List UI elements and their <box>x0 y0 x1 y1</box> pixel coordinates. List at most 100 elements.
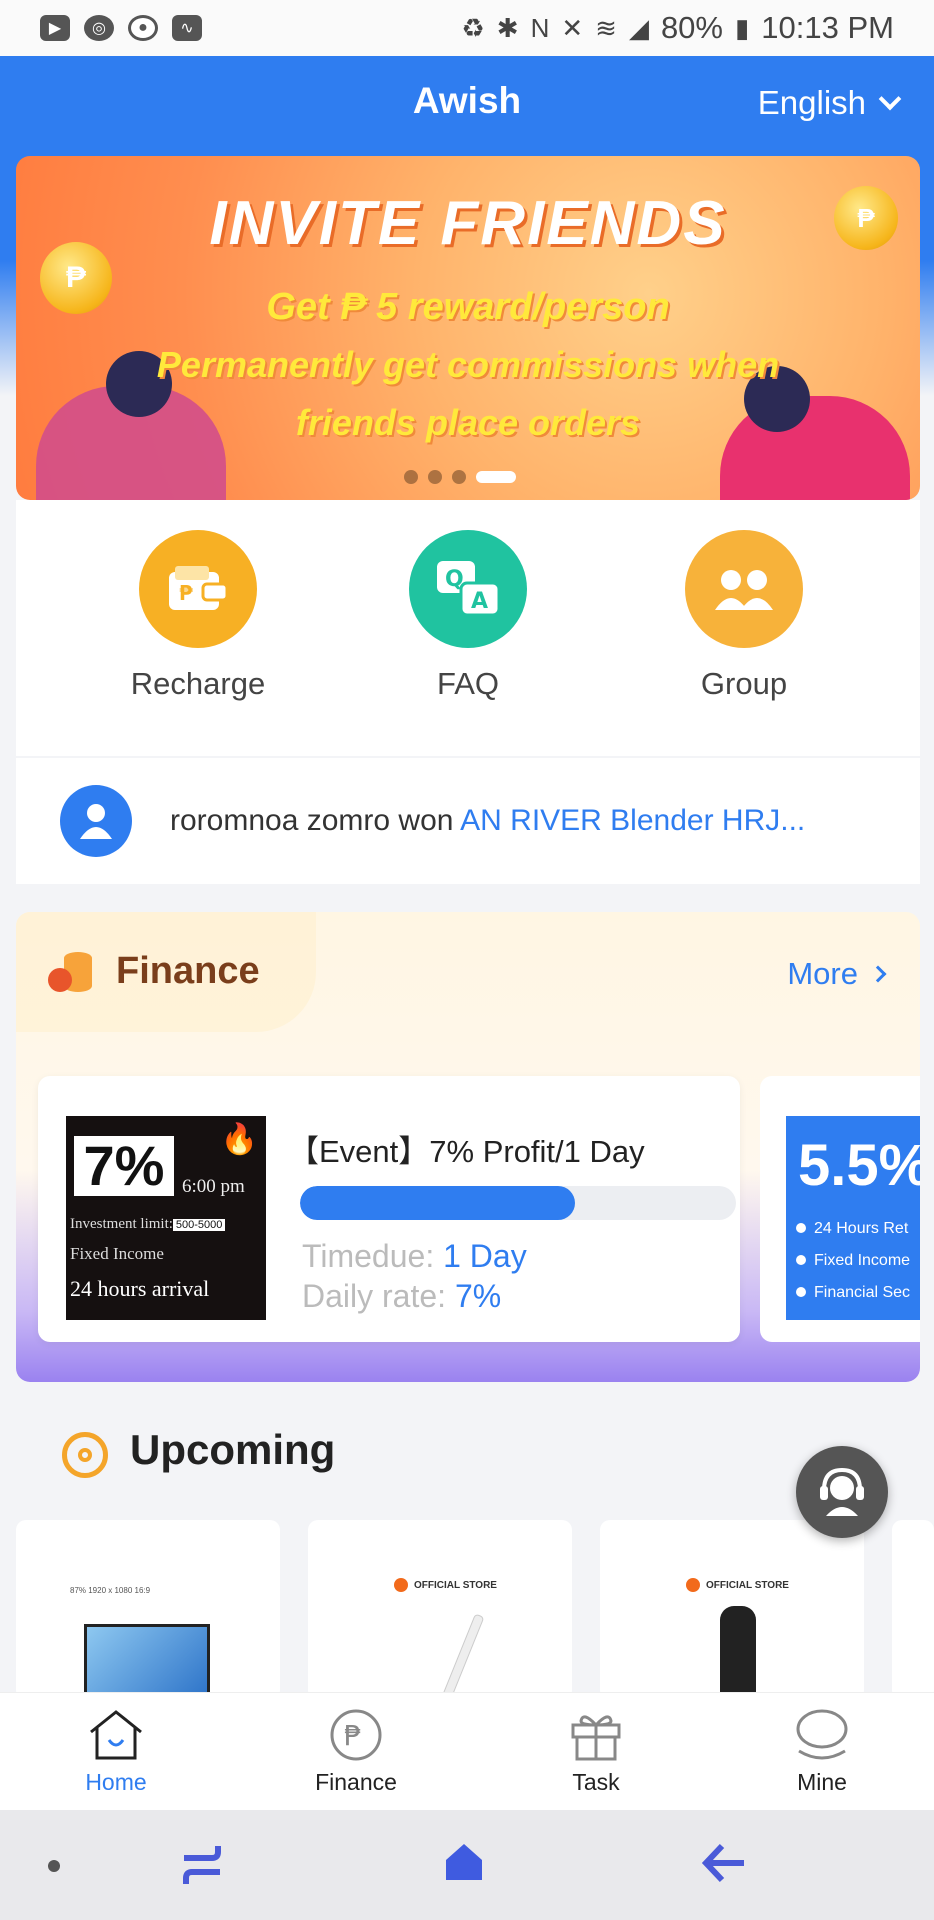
thumb-feature: Fixed Income <box>796 1252 910 1270</box>
carousel-dot[interactable] <box>404 470 418 484</box>
ticker-item: AN RIVER Blender HRJ... <box>460 804 806 837</box>
group-label: Group <box>700 666 788 701</box>
activity-icon: ∿ <box>172 15 202 41</box>
clock: 10:13 PM <box>761 10 894 45</box>
thumb-percent: 7% <box>74 1136 174 1196</box>
nav-finance-label: Finance <box>315 1769 397 1795</box>
wallet-icon: ₱ <box>139 530 257 648</box>
quick-actions: ₱ Recharge QA FAQ Group <box>16 500 920 756</box>
timer-icon <box>62 1432 108 1478</box>
carousel-dots[interactable] <box>404 470 516 484</box>
home-button-icon[interactable] <box>442 1840 486 1889</box>
carousel-dot[interactable] <box>452 470 466 484</box>
dot-icon <box>48 1860 60 1872</box>
carousel-dot-active[interactable] <box>476 471 516 483</box>
status-bar: ▶ ◎ ● ∿ ♻ ✱ N ✕ ≋ ◢ 80% ▮ 10:13 PM <box>0 0 934 56</box>
chevron-right-icon <box>869 965 887 983</box>
svg-text:₱: ₱ <box>179 581 193 605</box>
carousel-dot[interactable] <box>428 470 442 484</box>
upcoming-product[interactable]: 87% 1920 x 1080 16:9 <box>16 1520 280 1700</box>
faq-label: FAQ <box>436 666 499 701</box>
product-thumbnail: 7% 🔥 6:00 pm Investment limit: 500-5000 F… <box>66 1116 266 1320</box>
progress-bar <box>300 1186 736 1220</box>
language-label: English <box>757 84 866 121</box>
chevron-down-icon <box>878 87 902 111</box>
planet-icon <box>792 1707 852 1763</box>
sync-icon: ● <box>128 15 158 41</box>
group-button[interactable]: Group <box>644 530 844 702</box>
thumb-feature: Financial Sec <box>796 1284 910 1302</box>
progress-fill <box>300 1186 575 1220</box>
finance-section: Finance More 7% 🔥 6:00 pm Investment lim… <box>16 912 920 1382</box>
mute-icon: ✕ <box>561 12 584 43</box>
invite-friends-banner[interactable]: ₱ ₱ INVITE FRIENDS Get ₱ 5 reward/person… <box>16 156 920 500</box>
customer-support-button[interactable] <box>796 1446 888 1538</box>
laptop-image <box>84 1624 210 1700</box>
shaver-image <box>720 1606 756 1700</box>
finance-title: Finance <box>116 950 260 992</box>
recharge-label: Recharge <box>130 666 266 701</box>
nav-finance[interactable]: ₱ Finance <box>276 1707 436 1796</box>
nav-home[interactable]: Home <box>36 1707 196 1796</box>
svg-text:₱: ₱ <box>344 1719 362 1752</box>
recycle-icon: ♻ <box>461 12 485 43</box>
bottom-nav: Home ₱ Finance Task Mine <box>0 1692 934 1810</box>
user-avatar-icon <box>60 785 132 857</box>
system-nav-bar <box>0 1810 934 1920</box>
thumb-fixed: Fixed Income <box>70 1244 164 1263</box>
store-tag: OFFICIAL STORE <box>686 1578 789 1592</box>
product-specs: 87% 1920 x 1080 16:9 <box>70 1586 151 1595</box>
finance-product-card[interactable]: 5.5% 24 Hours Ret Fixed Income Financial… <box>760 1076 920 1342</box>
timedue-row: Timedue: 1 Day <box>302 1238 527 1274</box>
product-title: 【Event】7% Profit/1 Day <box>288 1134 645 1169</box>
nav-mine[interactable]: Mine <box>742 1707 902 1796</box>
battery-percent: 80% <box>660 10 723 45</box>
ticker-text: roromnoa zomro won AN RIVER Blender HRJ.… <box>170 804 806 837</box>
product-thumbnail: 5.5% 24 Hours Ret Fixed Income Financial… <box>786 1116 920 1320</box>
thumb-time: 6:00 pm <box>182 1176 245 1197</box>
banner-line: Permanently get commissions when <box>156 344 780 385</box>
headset-icon <box>820 1467 864 1516</box>
fire-icon: 🔥 <box>220 1123 258 1156</box>
svg-text:A: A <box>471 589 488 614</box>
mi-logo-icon <box>686 1578 700 1592</box>
more-label: More <box>787 956 858 991</box>
upcoming-product[interactable]: OFFICIAL STORE <box>308 1520 572 1700</box>
store-tag: OFFICIAL STORE <box>394 1578 497 1592</box>
youtube-icon: ▶ <box>40 15 70 41</box>
nav-home-label: Home <box>85 1769 147 1795</box>
language-selector[interactable]: English <box>757 84 902 122</box>
chrome-icon: ◎ <box>84 15 114 41</box>
banner-title: INVITE FRIENDS <box>209 189 727 258</box>
gift-icon <box>566 1707 626 1763</box>
nav-task[interactable]: Task <box>516 1707 676 1796</box>
home-icon <box>86 1707 146 1763</box>
thumb-limit: Investment limit: 500-5000 <box>70 1216 226 1233</box>
winner-ticker[interactable]: roromnoa zomro won AN RIVER Blender HRJ.… <box>16 758 920 884</box>
banner-line: Get ₱ 5 reward/person <box>266 286 670 328</box>
toothbrush-image <box>441 1613 485 1700</box>
finance-more-link[interactable]: More <box>787 956 887 992</box>
bluetooth-icon: ✱ <box>496 12 519 43</box>
group-icon <box>685 530 803 648</box>
signal-icon: ◢ <box>628 12 649 43</box>
upcoming-product[interactable] <box>892 1520 934 1700</box>
battery-icon: ▮ <box>734 12 750 43</box>
nav-mine-label: Mine <box>797 1769 847 1795</box>
finance-product-card[interactable]: 7% 🔥 6:00 pm Investment limit: 500-5000 F… <box>38 1076 740 1342</box>
coins-icon <box>46 948 96 996</box>
peso-coin-icon: ₱ <box>326 1707 386 1763</box>
banner-line: friends place orders <box>295 402 641 443</box>
upcoming-product[interactable]: OFFICIAL STORE <box>600 1520 864 1700</box>
thumb-feature: 24 Hours Ret <box>796 1220 908 1238</box>
recents-icon[interactable] <box>178 1842 226 1893</box>
mi-logo-icon <box>394 1578 408 1592</box>
back-arrow-icon[interactable] <box>701 1842 748 1889</box>
daily-rate-row: Daily rate: 7% <box>302 1278 502 1314</box>
thumb-percent: 5.5% <box>798 1133 920 1198</box>
faq-button[interactable]: QA FAQ <box>368 530 568 702</box>
wifi-icon: ≋ <box>595 12 617 43</box>
upcoming-title: Upcoming <box>130 1426 336 1473</box>
qa-icon: QA <box>409 530 527 648</box>
recharge-button[interactable]: ₱ Recharge <box>98 530 298 702</box>
